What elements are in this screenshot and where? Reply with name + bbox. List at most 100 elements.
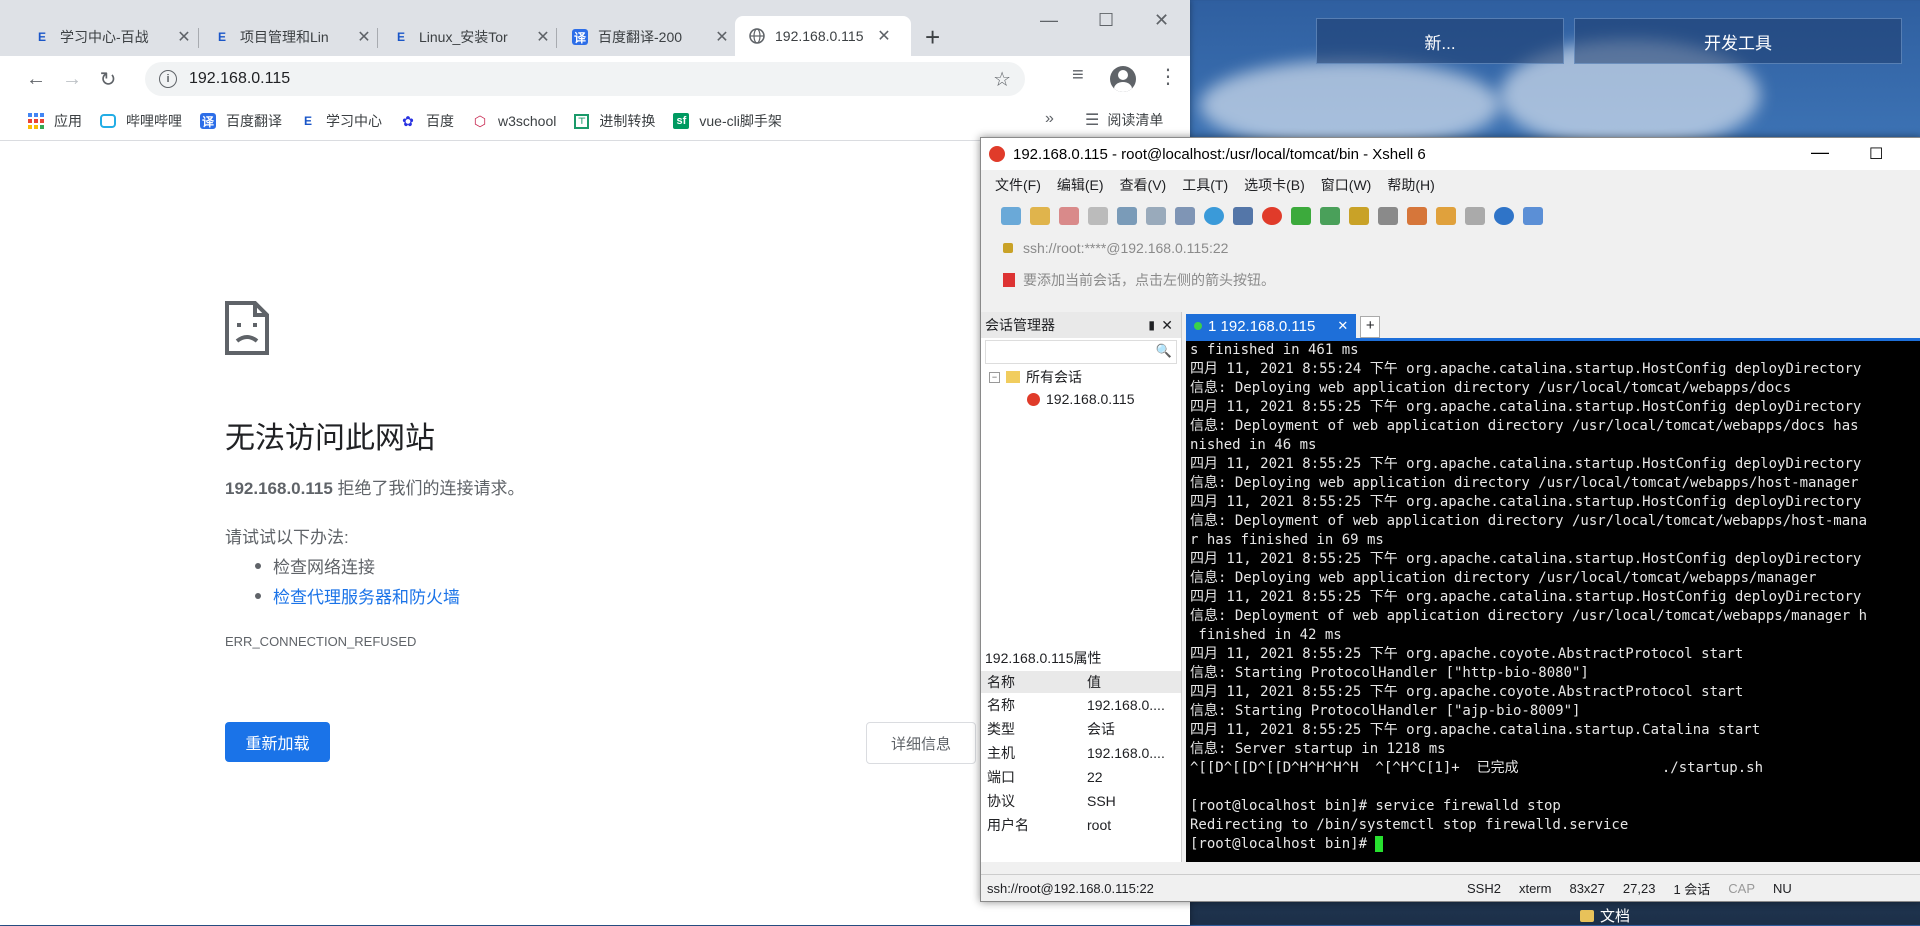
- bookmark-flag-icon[interactable]: [1003, 273, 1015, 287]
- new-session-icon[interactable]: [1001, 207, 1021, 225]
- site-info-icon[interactable]: i: [159, 70, 177, 88]
- bookmark-vue-cli[interactable]: sf vue-cli脚手架: [673, 111, 782, 131]
- session-search-input[interactable]: 🔍: [985, 340, 1177, 364]
- suggestion-link-text[interactable]: 检查代理服务器和防火墙: [273, 583, 460, 608]
- profile-avatar-icon[interactable]: [1110, 66, 1136, 92]
- browser-tab[interactable]: 译 百度翻译-200 ✕: [558, 18, 730, 56]
- reload-button[interactable]: 重新加载: [225, 722, 330, 762]
- add-tab-button[interactable]: +: [1360, 316, 1381, 338]
- reading-list-button[interactable]: ☰ 阅读清单: [1085, 110, 1163, 130]
- address-bar[interactable]: i 192.168.0.115 ☆: [145, 62, 1025, 96]
- menu-file[interactable]: 文件(F): [995, 175, 1041, 195]
- open-folder-icon[interactable]: [1030, 207, 1050, 225]
- bookmark-label: 进制转换: [599, 113, 656, 129]
- find-icon[interactable]: [1146, 207, 1166, 225]
- prop-row: 协议 SSH: [981, 789, 1181, 813]
- copy-icon[interactable]: [1175, 207, 1195, 225]
- lock-icon[interactable]: [1349, 207, 1369, 225]
- desktop-new-button[interactable]: 新...: [1316, 18, 1564, 64]
- bookmark-converter[interactable]: ⊤ 进制转换: [574, 111, 655, 131]
- close-tab-icon[interactable]: ✕: [356, 27, 372, 47]
- browser-tab-active[interactable]: 192.168.0.115 ✕: [735, 16, 911, 56]
- close-tab-icon[interactable]: ✕: [176, 27, 192, 47]
- back-icon[interactable]: ←: [18, 68, 54, 91]
- fullscreen-icon[interactable]: [1320, 207, 1340, 225]
- close-tab-icon[interactable]: ✕: [876, 26, 892, 46]
- terminal-output[interactable]: s finished in 461 ms 四月 11, 2021 8:55:24 …: [1186, 341, 1920, 862]
- reconnect-icon[interactable]: [1059, 207, 1079, 225]
- bookmark-w3school[interactable]: ⬡ w3school: [472, 113, 557, 130]
- bookmark-study-center[interactable]: E 学习中心: [300, 111, 382, 131]
- menu-help[interactable]: 帮助(H): [1387, 175, 1434, 195]
- xshell-hint-bar: 要添加当前会话，点击左侧的箭头按钮。: [991, 264, 1920, 296]
- browser-toolbar: ← → ↻ i 192.168.0.115 ☆ ≡ ⋮: [0, 56, 1190, 102]
- maximize-icon[interactable]: ☐: [1869, 144, 1883, 164]
- pin-icon[interactable]: ▮: [1148, 318, 1155, 332]
- xshell-icon[interactable]: [1262, 207, 1282, 225]
- bookmark-baidu[interactable]: ✿ 百度: [400, 111, 454, 131]
- minimize-icon[interactable]: —: [1811, 142, 1829, 163]
- bookmark-baidu-translate[interactable]: 译 百度翻译: [200, 111, 282, 131]
- properties-title: 192.168.0.115属性: [981, 645, 1181, 671]
- study-center-icon: E: [37, 30, 46, 44]
- close-tab-icon[interactable]: ✕: [1337, 318, 1348, 334]
- more-menu-icon[interactable]: ⋮: [1158, 64, 1178, 89]
- desktop-file-label: 文档: [1600, 908, 1631, 925]
- tab-title: 学习中心-百战: [60, 29, 149, 45]
- menu-window[interactable]: 窗口(W): [1321, 175, 1372, 195]
- browser-tab[interactable]: E Linux_安装Tor ✕: [379, 18, 551, 56]
- status-protocol: SSH2: [1467, 880, 1501, 896]
- prop-row: 名称 192.168.0....: [981, 693, 1181, 717]
- keyboard-icon[interactable]: [1378, 207, 1398, 225]
- terminal-line: 四月 11, 2021 8:55:25 下午 org.apache.coyote…: [1190, 684, 1744, 700]
- add-folder-icon[interactable]: [1436, 207, 1456, 225]
- folder-icon: [1006, 371, 1020, 383]
- bookmark-star-icon[interactable]: ☆: [993, 67, 1011, 92]
- forward-icon[interactable]: →: [54, 68, 90, 91]
- globe-icon[interactable]: [1204, 207, 1224, 225]
- reload-icon[interactable]: ↻: [90, 67, 126, 92]
- script-icon[interactable]: [1407, 207, 1427, 225]
- close-tab-icon[interactable]: ✕: [535, 27, 551, 47]
- session-manager-panel: 会话管理器 ▮ ✕ 🔍 − 所有会话 192.168.0.115 192.168…: [981, 312, 1182, 862]
- menu-tools[interactable]: 工具(T): [1182, 175, 1228, 195]
- layout-icon[interactable]: [1465, 207, 1485, 225]
- chat-icon[interactable]: [1523, 207, 1543, 225]
- media-queue-icon[interactable]: ≡: [1072, 64, 1084, 87]
- menu-tabs[interactable]: 选项卡(B): [1244, 175, 1305, 195]
- suggestion-link[interactable]: 检查代理服务器和防火墙: [255, 583, 460, 608]
- properties-icon[interactable]: [1117, 207, 1137, 225]
- bookmark-label: 学习中心: [326, 113, 382, 129]
- disconnect-icon[interactable]: [1088, 207, 1108, 225]
- terminal-line: ^[[D^[[D^[[D^H^H^H^H ^[^H^C[1]+ 已完成 ./st…: [1190, 760, 1764, 776]
- menu-view[interactable]: 查看(V): [1120, 175, 1167, 195]
- terminal-tab[interactable]: 1 192.168.0.115 ✕: [1186, 314, 1357, 338]
- font-icon[interactable]: [1233, 207, 1253, 225]
- bookmark-apps[interactable]: 应用: [28, 111, 82, 131]
- bookmark-label: 百度: [426, 113, 454, 129]
- maximize-icon[interactable]: ☐: [1098, 10, 1114, 31]
- bookmark-bilibili[interactable]: 哔哩哔哩: [100, 111, 182, 131]
- close-tab-icon[interactable]: ✕: [714, 27, 730, 47]
- study-center-icon: E: [217, 30, 226, 44]
- collapse-icon[interactable]: −: [989, 371, 1000, 383]
- xshell-titlebar: 192.168.0.115 - root@localhost:/usr/loca…: [981, 138, 1920, 170]
- tree-session[interactable]: 192.168.0.115: [981, 388, 1181, 410]
- xshell-address-bar[interactable]: ssh://root:****@192.168.0.115:22: [991, 232, 1911, 264]
- terminal-line: [root@localhost bin]#: [1190, 835, 1920, 854]
- close-panel-icon[interactable]: ✕: [1161, 317, 1173, 334]
- help-icon[interactable]: [1494, 207, 1514, 225]
- desktop-file-item[interactable]: 文档: [1580, 905, 1630, 926]
- browser-tab[interactable]: E 项目管理和Lin ✕: [200, 18, 372, 56]
- close-window-icon[interactable]: ✕: [1154, 10, 1169, 31]
- tree-root[interactable]: − 所有会话: [981, 366, 1181, 388]
- minimize-icon[interactable]: —: [1040, 10, 1058, 31]
- desktop-devtools-button[interactable]: 开发工具: [1574, 18, 1902, 64]
- bookmarks-overflow-button[interactable]: »: [1045, 110, 1054, 128]
- bilibili-icon: [100, 114, 116, 128]
- menu-edit[interactable]: 编辑(E): [1057, 175, 1104, 195]
- new-tab-button[interactable]: +: [925, 22, 940, 53]
- details-button[interactable]: 详细信息: [866, 722, 976, 764]
- xftp-icon[interactable]: [1291, 207, 1311, 225]
- browser-tab[interactable]: E 学习中心-百战 ✕: [20, 18, 192, 56]
